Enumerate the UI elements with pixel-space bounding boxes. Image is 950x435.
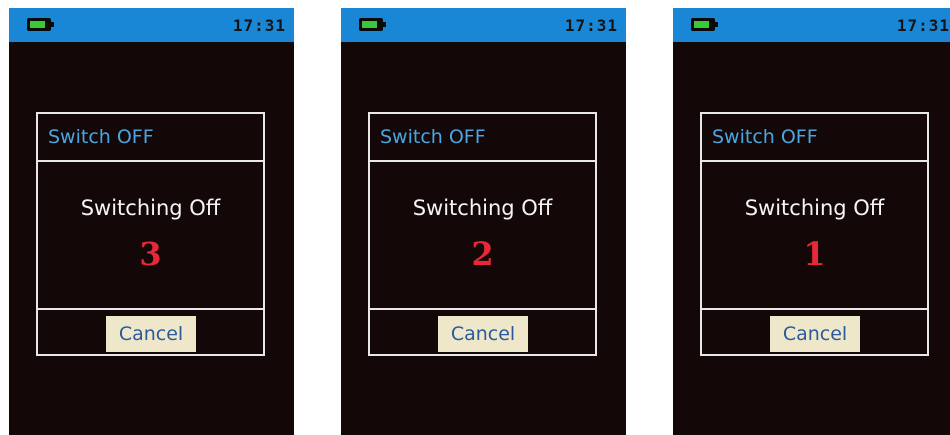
cancel-button[interactable]: Cancel [106, 316, 196, 352]
battery-tip [715, 22, 718, 27]
dialog-title: Switch OFF [702, 114, 927, 162]
status-bar: 17:31 [9, 8, 294, 42]
battery-fill [362, 21, 377, 28]
device-screen-1: 17:31 Switch OFF Switching Off 3 Cancel [9, 8, 294, 435]
status-bar: 17:31 [673, 8, 950, 42]
switch-off-dialog: Switch OFF Switching Off 2 Cancel [368, 112, 597, 356]
switch-off-dialog: Switch OFF Switching Off 1 Cancel [700, 112, 929, 356]
cancel-button[interactable]: Cancel [438, 316, 528, 352]
battery-fill [30, 21, 45, 28]
dialog-footer: Cancel [38, 308, 263, 354]
switch-off-dialog: Switch OFF Switching Off 3 Cancel [36, 112, 265, 356]
countdown-number: 3 [139, 235, 162, 273]
battery-tip [51, 22, 54, 27]
countdown-number: 2 [471, 235, 494, 273]
battery-icon [691, 18, 718, 31]
battery-fill [694, 21, 709, 28]
dialog-message: Switching Off [80, 196, 221, 220]
device-screen-3: 17:31 Switch OFF Switching Off 1 Cancel [673, 8, 950, 435]
dialog-footer: Cancel [370, 308, 595, 354]
cancel-button[interactable]: Cancel [770, 316, 860, 352]
dialog-message: Switching Off [744, 196, 885, 220]
dialog-message: Switching Off [412, 196, 553, 220]
countdown-number: 1 [803, 235, 826, 273]
device-screen-2: 17:31 Switch OFF Switching Off 2 Cancel [341, 8, 626, 435]
dialog-title: Switch OFF [38, 114, 263, 162]
battery-icon [359, 18, 386, 31]
clock: 17:31 [232, 16, 286, 35]
status-bar: 17:31 [341, 8, 626, 42]
dialog-title: Switch OFF [370, 114, 595, 162]
clock: 17:31 [896, 16, 950, 35]
clock: 17:31 [564, 16, 618, 35]
battery-icon [27, 18, 54, 31]
dialog-footer: Cancel [702, 308, 927, 354]
battery-tip [383, 22, 386, 27]
